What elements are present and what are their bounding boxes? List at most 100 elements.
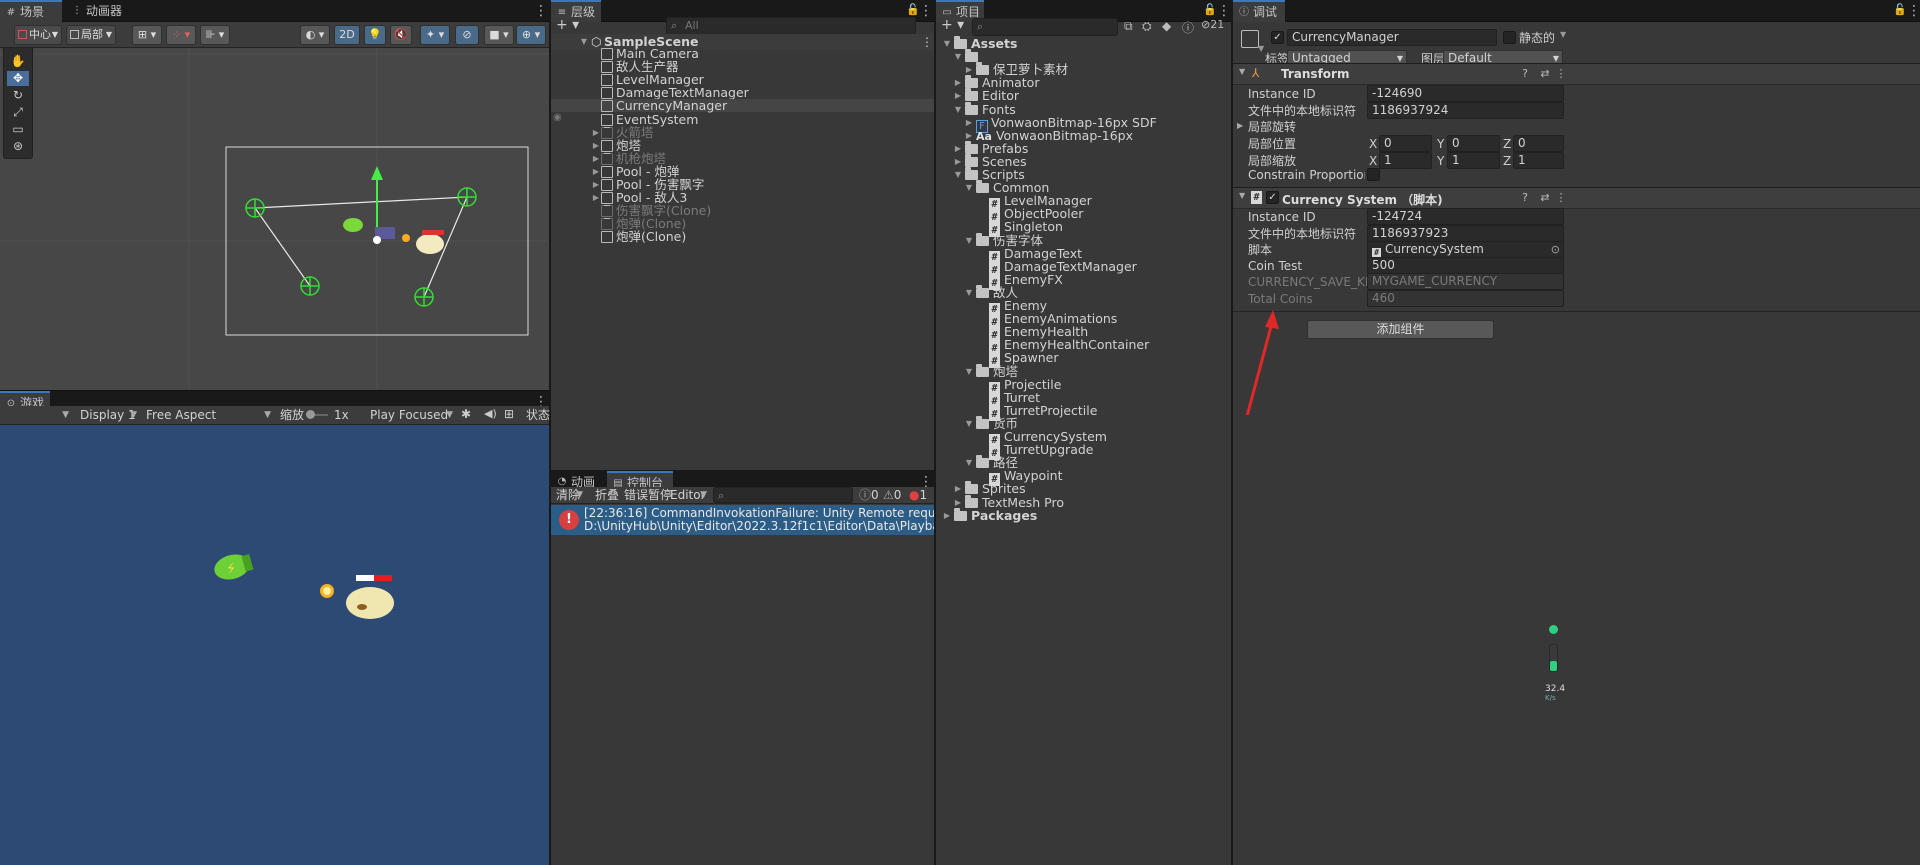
project-search-input[interactable]: ⌕ (972, 18, 1118, 36)
active-checkbox[interactable]: ✓ (1271, 31, 1284, 44)
pos-z-field[interactable]: 0 (1513, 135, 1564, 152)
hierarchy-item[interactable]: EventSystem (551, 113, 934, 126)
move-tool-icon[interactable]: ✥ (7, 71, 29, 86)
expand-arrow-icon[interactable]: ▼ (964, 365, 974, 378)
static-checkbox[interactable] (1503, 31, 1516, 44)
expand-arrow-icon[interactable]: ▼ (942, 37, 952, 50)
collapse-button[interactable]: 折叠 (591, 486, 619, 504)
expand-arrow-icon[interactable]: ▼ (964, 181, 974, 194)
expand-arrow-icon[interactable]: ▶ (953, 89, 963, 102)
scale-y-field[interactable]: 1 (1447, 152, 1500, 169)
expand-arrow-icon[interactable]: ▶ (953, 482, 963, 495)
aspect-dropdown[interactable]: Free Aspect ▼ (142, 406, 274, 424)
expand-arrow-icon[interactable]: ▼ (953, 168, 963, 181)
expand-arrow-icon[interactable]: ▶ (964, 63, 974, 76)
gizmos-grid-icon[interactable]: ⊞ (504, 407, 514, 421)
component-menu-icon[interactable]: ⋮ (1555, 192, 1567, 204)
expand-arrow-icon[interactable]: ▶ (591, 152, 601, 165)
expand-arrow-icon[interactable]: ▼ (964, 456, 974, 469)
hierarchy-item[interactable]: DamageTextManager (551, 86, 934, 100)
scale-x-field[interactable]: 1 (1379, 152, 1432, 169)
currency-instance-id-field[interactable]: -124724 (1367, 208, 1564, 225)
hierarchy-item[interactable]: 炮弹(Clone) (551, 217, 934, 231)
effects-toggle-icon[interactable]: ✦ ▾ (420, 25, 450, 45)
clear-button[interactable]: 清除 ▼ (552, 486, 586, 504)
play-mode-dropdown[interactable]: Play Focused ▼ (366, 406, 456, 424)
editor-target-dropdown[interactable]: Editor ▼ (666, 486, 710, 504)
search-by-type-icon[interactable]: ⧉ (1124, 19, 1133, 34)
tab-inspector[interactable]: ⓘ 调试 (1233, 0, 1285, 22)
component-enabled-checkbox[interactable]: ✓ (1266, 191, 1279, 204)
console-error-entry[interactable]: ! [22:36:16] CommandInvokationFailure: U… (551, 505, 934, 535)
hierarchy-item[interactable]: Main Camera (551, 47, 934, 60)
draw-mode-button[interactable]: ◐ ▾ (300, 25, 330, 45)
expand-arrow-icon[interactable]: ▶ (942, 509, 952, 522)
console-search-input[interactable]: ⌕ (713, 487, 853, 503)
grid-snap-button[interactable]: ⊞ ▾ (132, 25, 162, 45)
expand-arrow-icon[interactable]: ▶ (953, 496, 963, 509)
error-count-toggle[interactable]: ●1 (905, 486, 927, 504)
lock-icon[interactable]: 🔓 (1203, 3, 1217, 16)
hierarchy-item[interactable]: 敌人生产器 (551, 60, 934, 74)
currency-system-header[interactable]: ▼ # ✓ Currency System （脚本) ? ⇄ ⋮ (1233, 187, 1920, 209)
static-dropdown-icon[interactable]: ▼ (1560, 30, 1566, 39)
object-name-field[interactable]: CurrencyManager (1287, 29, 1497, 46)
presets-icon[interactable]: ⇄ (1539, 68, 1551, 80)
create-asset-button[interactable]: + ▾ (941, 17, 964, 33)
warning-count-toggle[interactable]: ⚠0 (879, 486, 901, 504)
stats-button[interactable]: 状态 (522, 406, 550, 424)
transform-tool-icon[interactable]: ⊛ (7, 139, 29, 154)
project-menu-icon[interactable]: ⋮ (1217, 4, 1231, 18)
saved-search-icon[interactable]: ◆ (1162, 19, 1171, 33)
pos-y-field[interactable]: 0 (1447, 135, 1500, 152)
gizmos-dropdown-icon[interactable]: ⊕ ▾ (516, 25, 546, 45)
script-object-field[interactable]: # CurrencySystem ⊙ (1367, 241, 1564, 258)
pos-x-field[interactable]: 0 (1379, 135, 1432, 152)
hierarchy-item[interactable]: ▶ Pool - 炮弹 (551, 165, 934, 178)
help-icon[interactable]: ? (1519, 68, 1531, 80)
expand-arrow-icon[interactable]: ▶ (591, 191, 601, 204)
hand-tool-icon[interactable]: ✋ (7, 54, 29, 69)
expand-arrow-icon[interactable]: ▶ (591, 178, 601, 191)
expand-arrow-icon[interactable]: ▶ (953, 142, 963, 155)
space-dropdown[interactable]: 局部 ▼ (66, 25, 116, 45)
lock-icon[interactable]: 🔓 (1893, 3, 1907, 16)
rotation-foldout-icon[interactable]: ▶ (1237, 121, 1243, 130)
scale-slider[interactable] (306, 410, 328, 419)
expand-arrow-icon[interactable]: ▼ (964, 234, 974, 247)
gameobject-icon-dropdown[interactable]: ▼ (1258, 44, 1264, 53)
add-object-button[interactable]: + ▾ (556, 17, 579, 33)
constrain-proportions-checkbox[interactable] (1367, 168, 1380, 181)
foldout-arrow-icon[interactable]: ▼ (1239, 191, 1245, 200)
inspector-menu-icon[interactable]: ⋮ (1907, 4, 1920, 18)
hierarchy-item[interactable]: ▶ Pool - 敌人3 (551, 191, 934, 205)
expand-arrow-icon[interactable]: ▶ (953, 76, 963, 89)
expand-arrow-icon[interactable]: ▶ (591, 126, 601, 139)
increment-snap-button[interactable]: ⊪ ▾ (200, 25, 230, 45)
rotate-tool-icon[interactable]: ↻ (7, 88, 29, 103)
transform-header[interactable]: ▼ ⅄ Transform ? ⇄ ⋮ (1233, 63, 1920, 85)
hierarchy-item[interactable]: 炮弹(Clone) (551, 230, 934, 244)
scene-menu-icon[interactable]: ⋮ (534, 4, 548, 18)
audio-toggle-icon[interactable]: 🔇 (390, 25, 412, 45)
package-info-icon[interactable]: ⓘ (1182, 19, 1194, 36)
log-count-toggle[interactable]: ⓘ0 (855, 486, 879, 504)
display-dropdown[interactable]: Display 1 ▼ (76, 406, 140, 424)
hierarchy-item[interactable]: CurrencyManager (551, 99, 934, 113)
currency-local-id-field[interactable]: 1186937923 (1367, 225, 1564, 242)
mute-audio-icon[interactable]: ◀) (484, 407, 497, 420)
scale-z-field[interactable]: 1 (1513, 152, 1564, 169)
expand-arrow-icon[interactable]: ▼ (953, 50, 963, 63)
expand-arrow-icon[interactable]: ▶ (953, 155, 963, 168)
hierarchy-menu-icon[interactable]: ⋮ (919, 4, 933, 18)
help-icon[interactable]: ? (1519, 192, 1531, 204)
lock-icon[interactable]: 🔓 (906, 3, 920, 16)
expand-arrow-icon[interactable]: ▶ (591, 165, 601, 178)
presets-icon[interactable]: ⇄ (1539, 192, 1551, 204)
pivot-dropdown[interactable]: 中心 ▼ (14, 25, 62, 45)
expand-arrow-icon[interactable]: ▶ (964, 116, 974, 129)
expand-arrow-icon[interactable]: ▶ (964, 129, 974, 142)
visibility-eye-icon[interactable]: ◉ (553, 112, 562, 123)
transform-local-id-field[interactable]: 1186937924 (1367, 102, 1564, 119)
game-view-dropdown[interactable]: ▼ (4, 406, 72, 424)
